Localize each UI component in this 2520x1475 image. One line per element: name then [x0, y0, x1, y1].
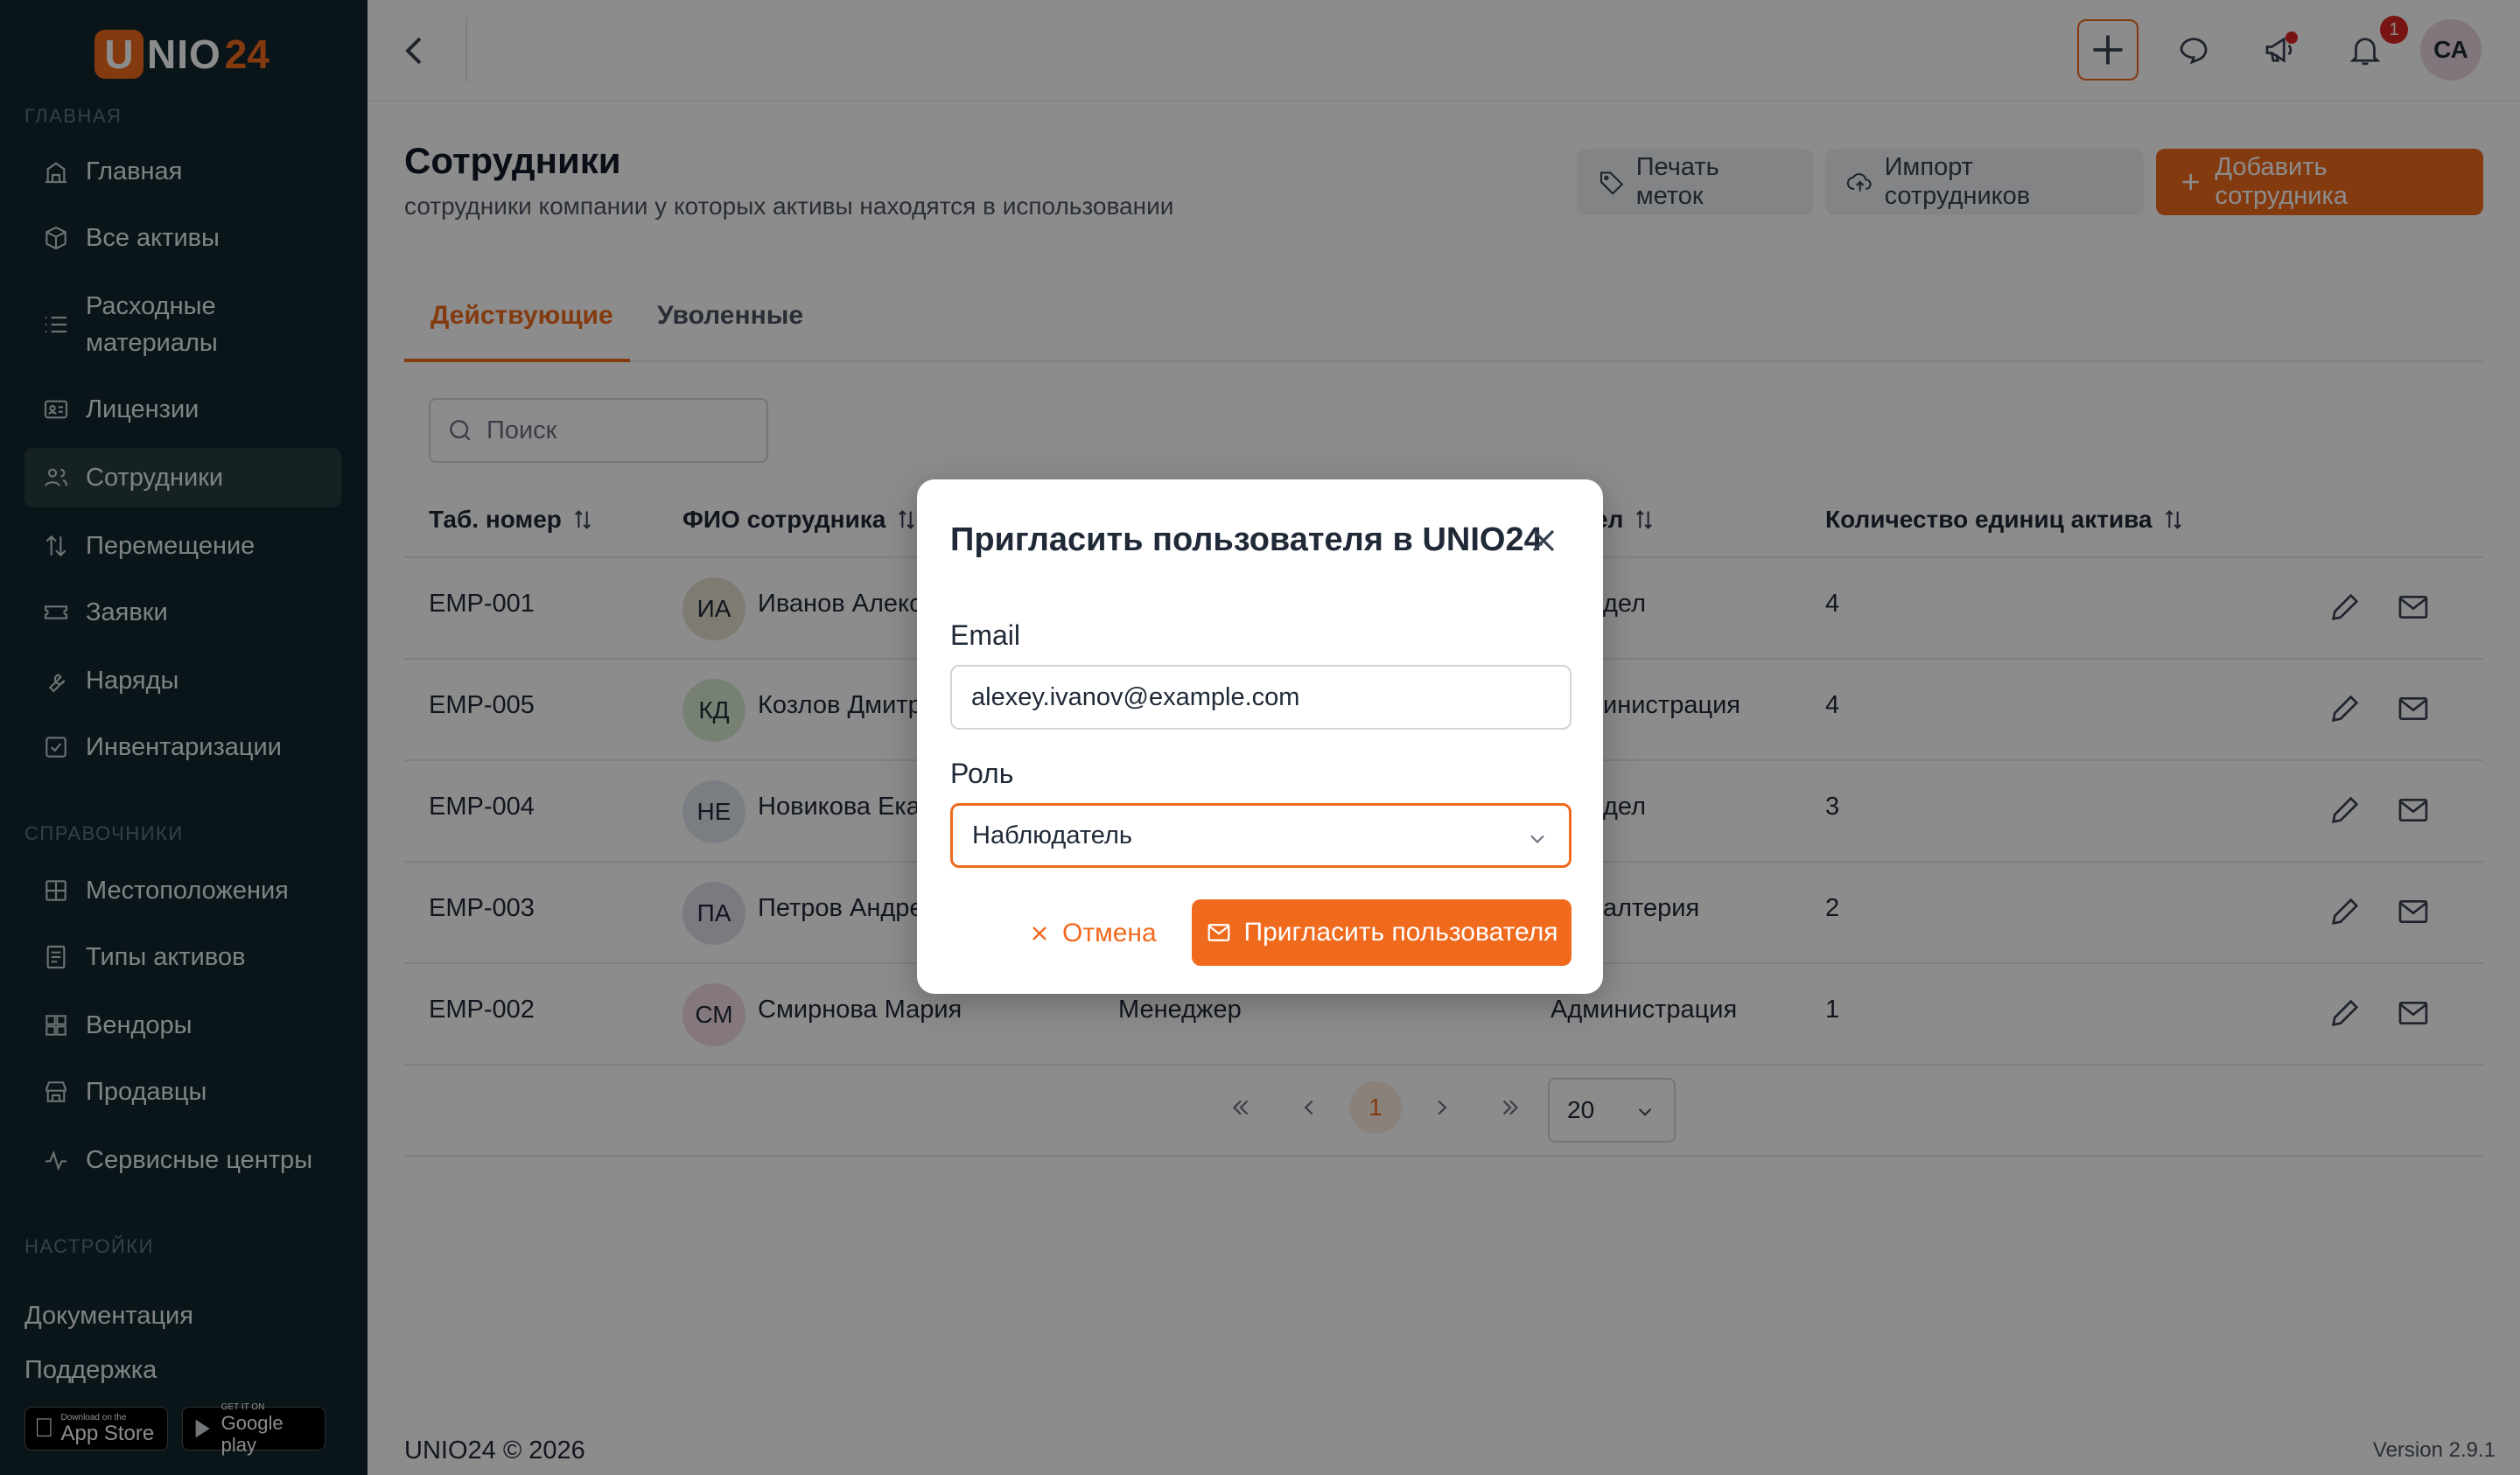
role-select-value: Наблюдатель [972, 821, 1132, 849]
invite-user-button[interactable]: Пригласить пользователя [1192, 899, 1572, 966]
mail-icon [1208, 924, 1229, 941]
role-select[interactable]: Наблюдатель [950, 803, 1572, 868]
chevron-down-icon [1530, 835, 1544, 843]
role-label: Роль [950, 758, 1014, 789]
close-icon [1032, 926, 1046, 940]
cancel-button[interactable]: Отмена [1027, 901, 1157, 966]
close-icon[interactable] [1524, 521, 1563, 560]
email-label: Email [950, 619, 1021, 651]
dialog-title: Пригласить пользователя в UNIO24 [950, 521, 1543, 558]
invite-user-dialog: Пригласить пользователя в UNIO24 Email a… [917, 479, 1603, 994]
cancel-label: Отмена [1062, 919, 1157, 947]
email-field[interactable]: alexey.ivanov@example.com [950, 665, 1572, 730]
invite-user-label: Пригласить пользователя [1243, 918, 1558, 947]
